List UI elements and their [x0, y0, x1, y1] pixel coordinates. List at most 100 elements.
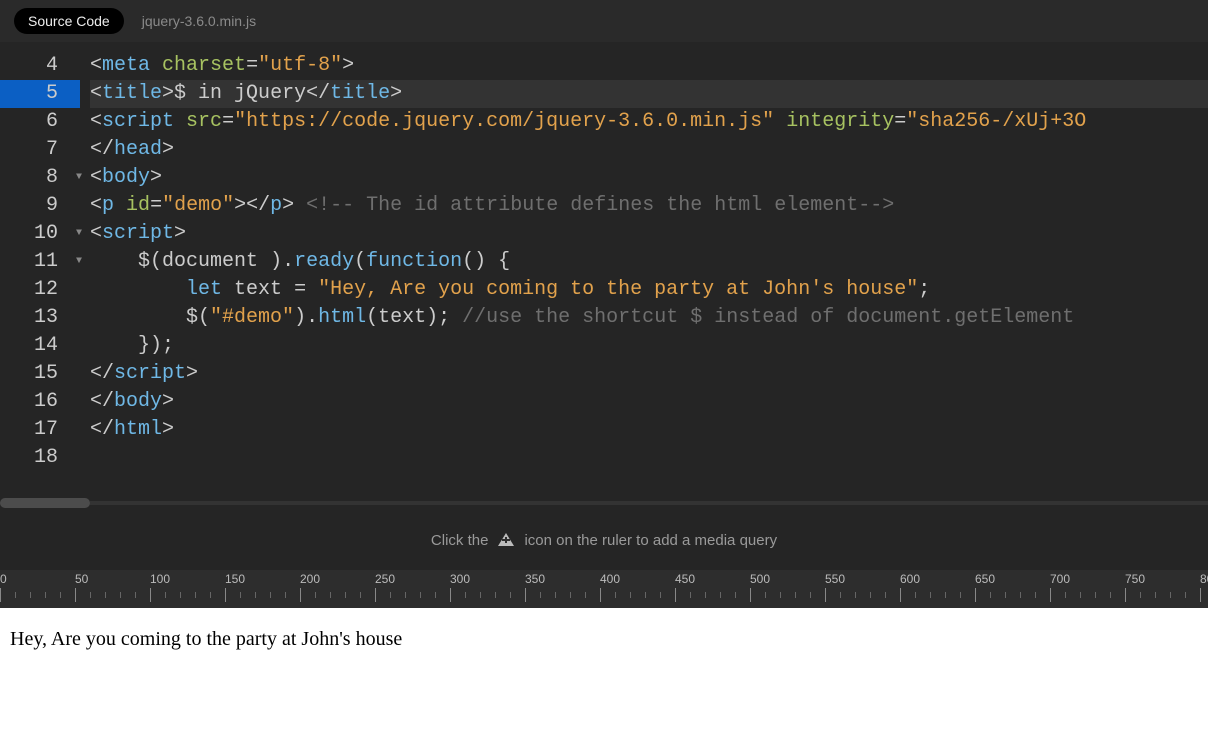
ruler-tick-minor	[480, 592, 481, 598]
line-number[interactable]: 13	[0, 304, 80, 332]
line-number[interactable]: 17	[0, 416, 80, 444]
ruler-tick-minor	[90, 592, 91, 598]
ruler-tick-minor	[105, 592, 106, 598]
code-line[interactable]: <meta charset="utf-8">	[90, 52, 1208, 80]
line-number[interactable]: 7	[0, 136, 80, 164]
ruler-tick-minor	[270, 592, 271, 598]
current-file-label[interactable]: jquery-3.6.0.min.js	[142, 13, 256, 29]
ruler-tick-minor	[915, 592, 916, 598]
ruler-tick-minor	[555, 592, 556, 598]
ruler-tick-minor	[795, 592, 796, 598]
ruler-tick-minor	[990, 592, 991, 598]
code-line[interactable]: $(document ).ready(function() {	[90, 248, 1208, 276]
ruler-tick-minor	[570, 592, 571, 598]
code-line[interactable]: <script>	[90, 220, 1208, 248]
code-line[interactable]: </script>	[90, 360, 1208, 388]
ruler-tick-minor	[495, 592, 496, 598]
ruler-tick-minor	[390, 592, 391, 598]
ruler-tick-minor	[1005, 592, 1006, 598]
ruler-tick-minor	[1170, 592, 1171, 598]
ruler-tick-minor	[45, 592, 46, 598]
ruler-tick-minor	[1185, 592, 1186, 598]
ruler-tick-minor	[735, 592, 736, 598]
ruler-tick-minor	[120, 592, 121, 598]
ruler-tick-minor	[420, 592, 421, 598]
ruler-tick-minor	[690, 592, 691, 598]
line-number[interactable]: 6	[0, 108, 80, 136]
code-line[interactable]: <title>$ in jQuery</title>	[90, 80, 1208, 108]
ruler-tick-minor	[60, 592, 61, 598]
ruler-tick-minor	[435, 592, 436, 598]
media-query-ruler[interactable]: 0501001502002503003504004505005506006507…	[0, 570, 1208, 608]
code-line[interactable]: </html>	[90, 416, 1208, 444]
source-pill[interactable]: Source Code	[14, 8, 124, 34]
code-line[interactable]: <p id="demo"></p> <!-- The id attribute …	[90, 192, 1208, 220]
ruler-tick-minor	[1155, 592, 1156, 598]
ruler-tick-minor	[660, 592, 661, 598]
code-line[interactable]: $("#demo").html(text); //use the shortcu…	[90, 304, 1208, 332]
ruler-tick-minor	[165, 592, 166, 598]
ruler-tick-minor	[135, 592, 136, 598]
ruler-tick-minor	[765, 592, 766, 598]
line-number[interactable]: 16	[0, 388, 80, 416]
ruler-tick-minor	[240, 592, 241, 598]
line-number[interactable]: 10▼	[0, 220, 80, 248]
ruler-tick-minor	[195, 592, 196, 598]
ruler-tick-minor	[465, 592, 466, 598]
ruler-tick-minor	[960, 592, 961, 598]
ruler-tick-minor	[510, 592, 511, 598]
ruler-tick-minor	[1110, 592, 1111, 598]
ruler-tick-minor	[945, 592, 946, 598]
code-line[interactable]: <body>	[90, 164, 1208, 192]
ruler-tick-minor	[330, 592, 331, 598]
ruler-tick-minor	[1080, 592, 1081, 598]
preview-output-text: Hey, Are you coming to the party at John…	[10, 628, 1198, 651]
ruler-tick-minor	[405, 592, 406, 598]
code-line[interactable]	[90, 444, 1208, 472]
ruler-tick-minor	[930, 592, 931, 598]
horizontal-scrollbar[interactable]	[0, 496, 1208, 510]
line-number-gutter[interactable]: 45678▼910▼11▼12131415161718	[0, 42, 80, 510]
ruler-tick-minor	[180, 592, 181, 598]
ruler-tick-minor	[630, 592, 631, 598]
ruler-tick-minor	[1020, 592, 1021, 598]
ruler-tick-minor	[870, 592, 871, 598]
media-query-hint: Click the icon on the ruler to add a med…	[0, 510, 1208, 570]
line-number[interactable]: 9	[0, 192, 80, 220]
scrollbar-track[interactable]	[90, 501, 1208, 505]
line-number[interactable]: 5	[0, 80, 80, 108]
code-area[interactable]: <meta charset="utf-8"><title>$ in jQuery…	[80, 42, 1208, 472]
ruler-tick-minor	[645, 592, 646, 598]
code-line[interactable]: });	[90, 332, 1208, 360]
ruler-tick-minor	[810, 592, 811, 598]
code-line[interactable]: </body>	[90, 388, 1208, 416]
code-line[interactable]: let text = "Hey, Are you coming to the p…	[90, 276, 1208, 304]
ruler-tick-minor	[255, 592, 256, 598]
code-editor[interactable]: 45678▼910▼11▼12131415161718 <meta charse…	[0, 42, 1208, 510]
line-number[interactable]: 11▼	[0, 248, 80, 276]
ruler-tick-minor	[315, 592, 316, 598]
editor-toolbar: Source Code jquery-3.6.0.min.js	[0, 0, 1208, 42]
ruler-tick-minor	[285, 592, 286, 598]
ruler-tick-minor	[885, 592, 886, 598]
code-line[interactable]: </head>	[90, 136, 1208, 164]
ruler-tick-minor	[15, 592, 16, 598]
line-number[interactable]: 12	[0, 276, 80, 304]
ruler-tick-minor	[1065, 592, 1066, 598]
ruler-tick-minor	[585, 592, 586, 598]
preview-pane: Hey, Are you coming to the party at John…	[0, 608, 1208, 671]
ruler-tick-minor	[1035, 592, 1036, 598]
line-number[interactable]: 8▼	[0, 164, 80, 192]
ruler-tick-minor	[1140, 592, 1141, 598]
hint-text-left: Click the	[431, 532, 489, 549]
line-number[interactable]: 18	[0, 444, 80, 472]
code-line[interactable]: <script src="https://code.jquery.com/jqu…	[90, 108, 1208, 136]
ruler-tick-minor	[615, 592, 616, 598]
scrollbar-thumb[interactable]	[0, 498, 90, 508]
add-media-query-icon	[496, 530, 516, 550]
ruler-tick-minor	[705, 592, 706, 598]
line-number[interactable]: 14	[0, 332, 80, 360]
line-number[interactable]: 4	[0, 52, 80, 80]
ruler-tick-minor	[780, 592, 781, 598]
line-number[interactable]: 15	[0, 360, 80, 388]
